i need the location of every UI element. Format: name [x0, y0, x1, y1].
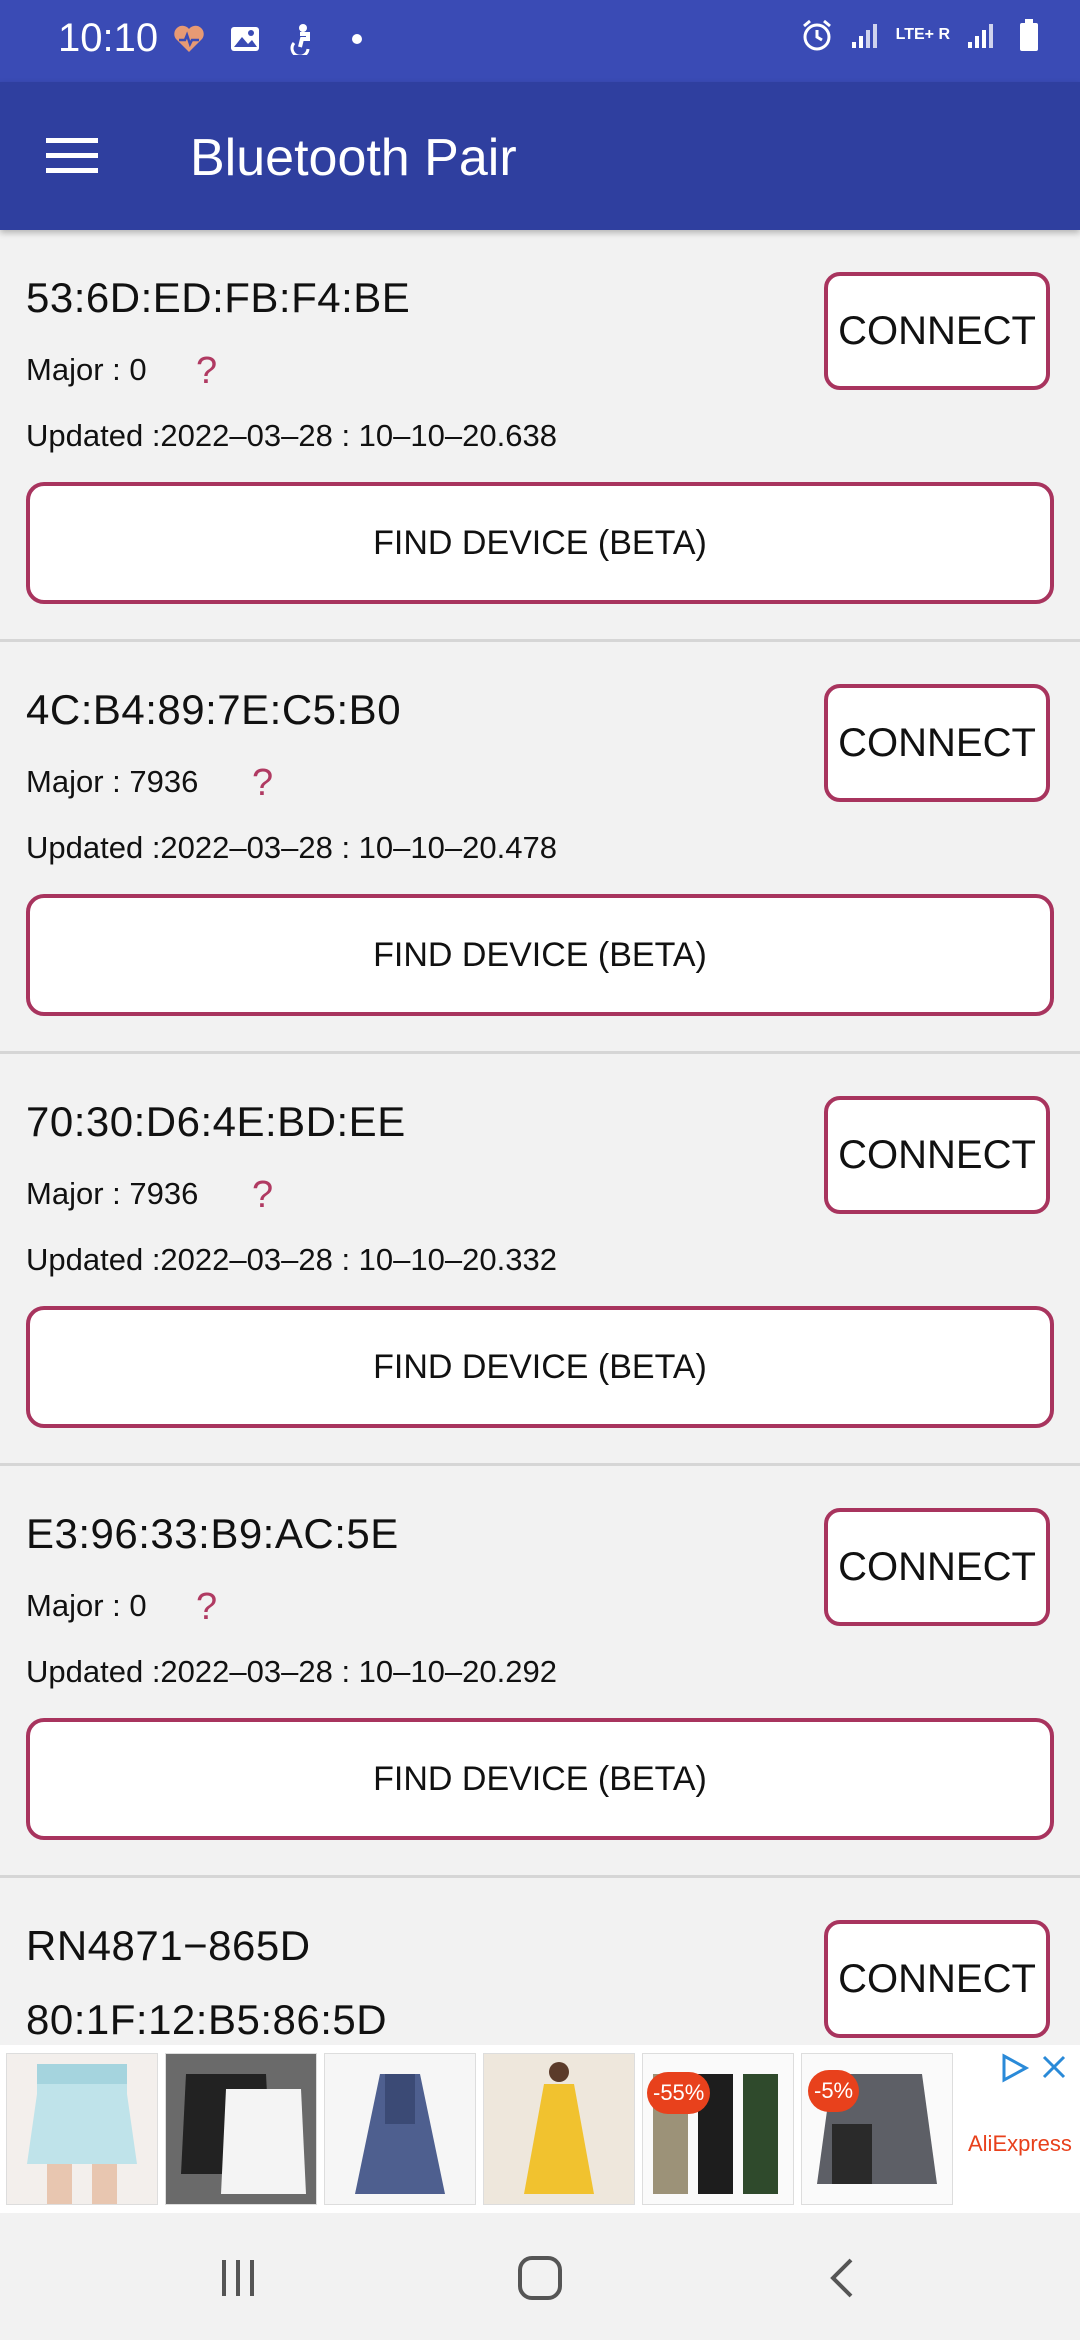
major-label: Major : 7936	[26, 764, 199, 799]
ad-product-image[interactable]	[324, 2053, 476, 2205]
connect-button[interactable]: CONNECT	[824, 1508, 1050, 1626]
close-icon[interactable]	[1040, 2053, 1068, 2088]
help-icon[interactable]: ?	[252, 762, 273, 805]
lte-label: LTE+ R	[895, 26, 950, 43]
app-bar: Bluetooth Pair	[0, 82, 1080, 230]
updated-label: Updated :2022–03–28 : 10–10–20.478	[26, 830, 557, 865]
device-card: 4C:B4:89:7E:C5:B0 Major : 7936 ? Updated…	[0, 642, 1080, 1054]
help-icon[interactable]: ?	[196, 1586, 217, 1629]
help-icon[interactable]: ?	[196, 350, 217, 393]
signal-icon	[848, 18, 882, 52]
connect-button[interactable]: CONNECT	[824, 684, 1050, 802]
device-name: RN4871−865D	[26, 1922, 311, 1969]
device-address: E3:96:33:B9:AC:5E	[26, 1510, 399, 1557]
device-address: 80:1F:12:B5:86:5D	[26, 1996, 388, 2043]
find-device-button[interactable]: FIND DEVICE (BETA)	[26, 894, 1054, 1016]
connect-button[interactable]: CONNECT	[824, 1920, 1050, 2038]
status-system-icons: LTE+ R	[800, 18, 1046, 52]
device-list[interactable]: 53:6D:ED:FB:F4:BE Major : 0 ? Updated :2…	[0, 230, 1080, 2045]
device-address: 4C:B4:89:7E:C5:B0	[26, 686, 402, 733]
find-device-button[interactable]: FIND DEVICE (BETA)	[26, 1718, 1054, 1840]
ad-product-image[interactable]	[483, 2053, 635, 2205]
find-device-button[interactable]: FIND DEVICE (BETA)	[26, 1306, 1054, 1428]
updated-label: Updated :2022–03–28 : 10–10–20.332	[26, 1242, 557, 1277]
ad-brand[interactable]: AliExpress	[968, 2131, 1072, 2157]
major-label: Major : 0	[26, 352, 147, 387]
device-address: 70:30:D6:4E:BD:EE	[26, 1098, 406, 1145]
back-icon[interactable]	[802, 2243, 882, 2313]
adchoices-icon[interactable]	[1000, 2053, 1030, 2088]
connect-button[interactable]: CONNECT	[824, 272, 1050, 390]
system-nav-bar	[0, 2213, 1080, 2340]
ad-product-image[interactable]	[165, 2053, 317, 2205]
battery-icon	[1012, 18, 1046, 52]
status-bar: 10:10 LTE+ R	[0, 0, 1080, 82]
ad-product-image[interactable]: -55%	[642, 2053, 794, 2205]
updated-label: Updated :2022–03–28 : 10–10–20.638	[26, 418, 557, 453]
status-time: 10:10	[58, 16, 159, 60]
home-icon[interactable]	[500, 2243, 580, 2313]
recent-apps-icon[interactable]	[198, 2243, 278, 2313]
ad-banner[interactable]: -55% -5% AliExpress	[0, 2045, 1080, 2213]
heart-monitor-icon	[172, 22, 206, 56]
device-address: 53:6D:ED:FB:F4:BE	[26, 274, 411, 321]
signal-lte-icon	[964, 18, 998, 52]
gallery-icon	[228, 22, 262, 56]
accessibility-icon	[284, 22, 318, 56]
page-title: Bluetooth Pair	[190, 129, 517, 187]
help-icon[interactable]: ?	[252, 1174, 273, 1217]
connect-button[interactable]: CONNECT	[824, 1096, 1050, 1214]
alarm-icon	[800, 18, 834, 52]
major-label: Major : 0	[26, 1588, 147, 1623]
device-card: E3:96:33:B9:AC:5E Major : 0 ? Updated :2…	[0, 1466, 1080, 1878]
dot-icon	[340, 22, 374, 56]
major-label: Major : 7936	[26, 1176, 199, 1211]
discount-badge: -55%	[647, 2072, 711, 2114]
discount-badge: -5%	[808, 2070, 860, 2112]
status-notification-icons	[172, 22, 374, 56]
hamburger-menu-icon[interactable]	[36, 126, 108, 186]
ad-product-image[interactable]: -5%	[801, 2053, 953, 2205]
find-device-button[interactable]: FIND DEVICE (BETA)	[26, 482, 1054, 604]
ad-product-image[interactable]	[6, 2053, 158, 2205]
updated-label: Updated :2022–03–28 : 10–10–20.292	[26, 1654, 557, 1689]
device-card: 53:6D:ED:FB:F4:BE Major : 0 ? Updated :2…	[0, 230, 1080, 642]
device-card: 70:30:D6:4E:BD:EE Major : 7936 ? Updated…	[0, 1054, 1080, 1466]
ad-controls	[1000, 2053, 1068, 2088]
device-card: RN4871−865D 80:1F:12:B5:86:5D CONNECT	[0, 1878, 1080, 2045]
